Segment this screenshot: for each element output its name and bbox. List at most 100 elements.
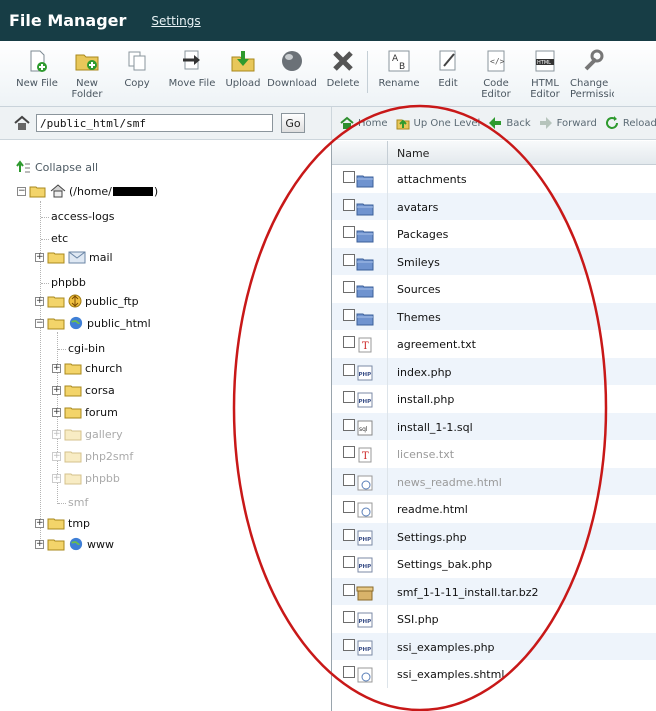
file-name[interactable]: attachments [397, 173, 467, 186]
settings-link[interactable]: Settings [151, 14, 200, 28]
back-button[interactable]: Back [488, 116, 531, 130]
file-name[interactable]: Settings.php [397, 531, 467, 544]
file-row[interactable]: sql install_1-1.sql [332, 412, 656, 440]
file-row[interactable]: PHP index.php [332, 357, 656, 385]
home-icon[interactable] [14, 115, 30, 131]
file-row[interactable]: Tlicense.txt [332, 440, 656, 468]
file-name[interactable]: Smileys [397, 256, 440, 269]
tree-item-church[interactable]: + church [52, 361, 122, 375]
forward-button[interactable]: Forward [539, 116, 597, 130]
expand-toggle[interactable]: + [35, 252, 44, 262]
move-file-button[interactable]: Move File [167, 49, 217, 89]
name-column-header[interactable]: Name [397, 147, 429, 160]
file-name[interactable]: Settings_bak.php [397, 558, 492, 571]
home-nav-button[interactable]: Home [340, 116, 388, 130]
expand-toggle[interactable]: + [52, 363, 61, 373]
file-row[interactable]: attachments [332, 165, 656, 193]
file-name[interactable]: ssi_examples.shtml [397, 668, 504, 681]
file-name[interactable]: SSI.php [397, 613, 439, 626]
go-button[interactable]: Go [281, 113, 305, 133]
file-row[interactable]: PHP Settings_bak.php [332, 550, 656, 578]
tree-item-forum[interactable]: + forum [52, 405, 118, 419]
reload-button[interactable]: Reload [605, 116, 656, 130]
file-select-checkbox[interactable] [343, 528, 355, 541]
edit-button[interactable]: Edit [430, 49, 466, 89]
tree-item-public-html[interactable]: − public_html [35, 316, 151, 330]
file-name[interactable]: smf_1-1-11_install.tar.bz2 [397, 586, 539, 599]
upload-button[interactable]: Upload [223, 49, 263, 89]
expand-toggle[interactable]: + [35, 296, 44, 306]
file-row[interactable]: Themes [332, 302, 656, 330]
file-name[interactable]: license.txt [397, 448, 454, 461]
file-name[interactable]: install.php [397, 393, 454, 406]
file-row[interactable]: Smileys [332, 247, 656, 275]
file-row[interactable]: Sources [332, 275, 656, 303]
file-select-checkbox[interactable] [343, 473, 355, 486]
file-select-checkbox[interactable] [343, 556, 355, 568]
file-select-checkbox[interactable] [343, 336, 355, 348]
collapse-toggle[interactable]: − [35, 318, 44, 328]
file-row[interactable]: PHP ssi_examples.php [332, 632, 656, 660]
file-select-checkbox[interactable] [343, 308, 355, 321]
file-select-checkbox[interactable] [343, 391, 355, 403]
file-row[interactable]: avatars [332, 192, 656, 220]
file-name[interactable]: news_readme.html [397, 476, 502, 489]
file-row[interactable]: PHP Settings.php [332, 522, 656, 550]
file-name[interactable]: avatars [397, 201, 438, 214]
collapse-all-button[interactable]: Collapse all [16, 160, 98, 174]
file-name[interactable]: readme.html [397, 503, 468, 516]
file-row[interactable]: readme.html [332, 495, 656, 523]
expand-toggle[interactable]: + [52, 385, 61, 395]
collapse-toggle[interactable]: − [17, 186, 26, 196]
expand-toggle[interactable]: + [52, 451, 61, 461]
file-select-checkbox[interactable] [343, 198, 355, 211]
file-select-checkbox[interactable] [343, 226, 355, 238]
tree-item-tmp[interactable]: + tmp [35, 516, 90, 530]
tree-item-etc[interactable]: etc [51, 232, 68, 245]
tree-item-smf[interactable]: smf [68, 496, 88, 509]
file-select-checkbox[interactable] [343, 418, 355, 431]
change-permissions-button[interactable]: Change Permissions [570, 49, 614, 100]
tree-item-public-ftp[interactable]: + public_ftp [35, 294, 139, 308]
tree-root[interactable]: − (/home/ ) [17, 184, 158, 198]
expand-toggle[interactable]: + [35, 518, 44, 528]
file-row[interactable]: PHP SSI.php [332, 605, 656, 633]
tree-item-access-logs[interactable]: access-logs [51, 210, 115, 223]
copy-button[interactable]: Copy [117, 49, 157, 89]
file-name[interactable]: Themes [397, 311, 441, 324]
tree-item-corsa[interactable]: + corsa [52, 383, 115, 397]
file-select-checkbox[interactable] [343, 638, 355, 651]
file-select-checkbox[interactable] [343, 253, 355, 266]
tree-item-phpbb[interactable]: phpbb [51, 276, 86, 289]
file-select-checkbox[interactable] [343, 501, 355, 513]
expand-toggle[interactable]: + [52, 407, 61, 417]
file-row[interactable]: Packages [332, 220, 656, 248]
file-row[interactable]: PHP install.php [332, 385, 656, 413]
expand-toggle[interactable]: + [52, 429, 61, 439]
file-select-checkbox[interactable] [343, 363, 355, 376]
download-button[interactable]: Download [267, 49, 317, 89]
file-select-checkbox[interactable] [343, 171, 355, 183]
rename-button[interactable]: AB Rename [376, 49, 422, 89]
tree-item-mail[interactable]: + mail [35, 250, 113, 264]
path-input[interactable] [36, 114, 273, 132]
file-name[interactable]: agreement.txt [397, 338, 476, 351]
tree-item-gallery[interactable]: + gallery [52, 427, 123, 441]
file-select-checkbox[interactable] [343, 446, 355, 458]
file-name[interactable]: ssi_examples.php [397, 641, 495, 654]
file-name[interactable]: Sources [397, 283, 441, 296]
file-name[interactable]: Packages [397, 228, 448, 241]
expand-toggle[interactable]: + [35, 539, 44, 549]
new-file-button[interactable]: New File [14, 49, 60, 89]
file-select-checkbox[interactable] [343, 611, 355, 623]
file-select-checkbox[interactable] [343, 281, 355, 293]
file-name[interactable]: install_1-1.sql [397, 421, 473, 434]
file-select-checkbox[interactable] [343, 666, 355, 678]
file-row[interactable]: news_readme.html [332, 467, 656, 495]
tree-item-php2smf[interactable]: + php2smf [52, 449, 133, 463]
file-name[interactable]: index.php [397, 366, 452, 379]
expand-toggle[interactable]: + [52, 473, 61, 483]
html-editor-button[interactable]: HTML HTML Editor [526, 49, 564, 100]
code-editor-button[interactable]: </> Code Editor [476, 49, 516, 100]
up-one-level-button[interactable]: Up One Level [396, 116, 480, 130]
